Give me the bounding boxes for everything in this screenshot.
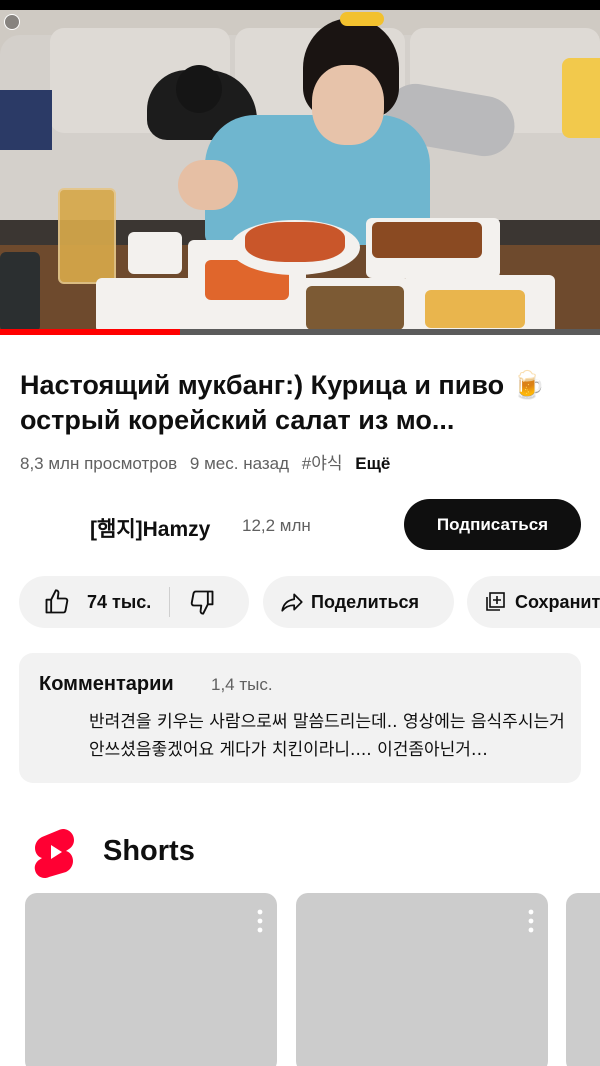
status-bar: [0, 0, 600, 10]
video-food: [245, 222, 345, 262]
video-person-face: [312, 65, 384, 145]
save-icon: [486, 592, 505, 611]
like-count[interactable]: 74 тыс.: [87, 592, 151, 613]
video-food: [306, 286, 404, 330]
video-food: [372, 222, 482, 258]
video-title[interactable]: Настоящий мукбанг:) Курица и пиво 🍺 остр…: [20, 368, 588, 438]
hashtag[interactable]: #야식: [302, 454, 343, 473]
comments-header: Комментарии: [39, 673, 174, 695]
more-vert-icon[interactable]: [528, 909, 534, 933]
video-dog-head: [176, 65, 222, 113]
video-details-sheet: Настоящий мукбанг:) Курица и пиво 🍺 остр…: [0, 338, 600, 1066]
short-card[interactable]: [25, 893, 277, 1066]
view-count: 8,3 млн просмотров: [20, 454, 178, 473]
channel-name[interactable]: [햄지]Hamzy: [90, 513, 210, 543]
more-vert-icon[interactable]: [257, 909, 263, 933]
short-card[interactable]: [566, 893, 600, 1066]
save-button[interactable]: Сохранить: [467, 576, 600, 628]
top-comment-preview: 반려견을 키우는 사람으로써 말씀드리는데.. 영상에는 음식주시는거 안쓰셨음…: [89, 712, 565, 760]
video-hair-clip: [340, 12, 384, 26]
comments-count: 1,4 тыс.: [211, 675, 273, 694]
video-beer-glass: [58, 188, 116, 284]
video-food: [425, 290, 525, 328]
video-food-box: [96, 278, 196, 333]
subscribe-button[interactable]: Подписаться: [404, 499, 581, 550]
save-label: Сохранить: [515, 591, 600, 612]
video-meta[interactable]: 8,3 млн просмотров 9 мес. назад #야식 Ещё: [20, 449, 398, 474]
shorts-label: Shorts: [103, 835, 195, 867]
like-divider: [169, 587, 171, 617]
video-blanket: [0, 90, 52, 150]
share-button[interactable]: Поделиться: [263, 576, 454, 628]
more-link[interactable]: Ещё: [355, 454, 390, 473]
subscriber-count: 12,2 млн: [242, 516, 311, 535]
like-icon[interactable]: [43, 588, 71, 616]
shorts-section-header: Shorts: [0, 823, 600, 883]
comments-panel[interactable]: Комментарии 1,4 тыс. 반려견을 키우는 사람으로써 말씀드리…: [19, 653, 581, 783]
video-person-arm: [178, 160, 238, 210]
shorts-logo-icon: [34, 829, 74, 879]
upload-age: 9 мес. назад: [189, 454, 290, 473]
video-beer-can: [0, 252, 40, 332]
video-pillow: [562, 58, 600, 138]
share-icon: [281, 593, 303, 612]
dislike-icon[interactable]: [188, 588, 216, 616]
share-label: Поделиться: [311, 591, 420, 612]
progress-fill: [0, 329, 180, 335]
channel-row: [햄지]Hamzy 12,2 млн Подписаться: [0, 498, 600, 552]
video-food-box: [128, 232, 182, 274]
action-bar: 74 тыс. Поделиться Сохранить: [0, 576, 600, 628]
video-corner-icon[interactable]: [4, 14, 20, 30]
like-dislike-pill: 74 тыс.: [19, 576, 249, 628]
video-player[interactable]: [0, 10, 600, 335]
short-card[interactable]: [296, 893, 548, 1066]
